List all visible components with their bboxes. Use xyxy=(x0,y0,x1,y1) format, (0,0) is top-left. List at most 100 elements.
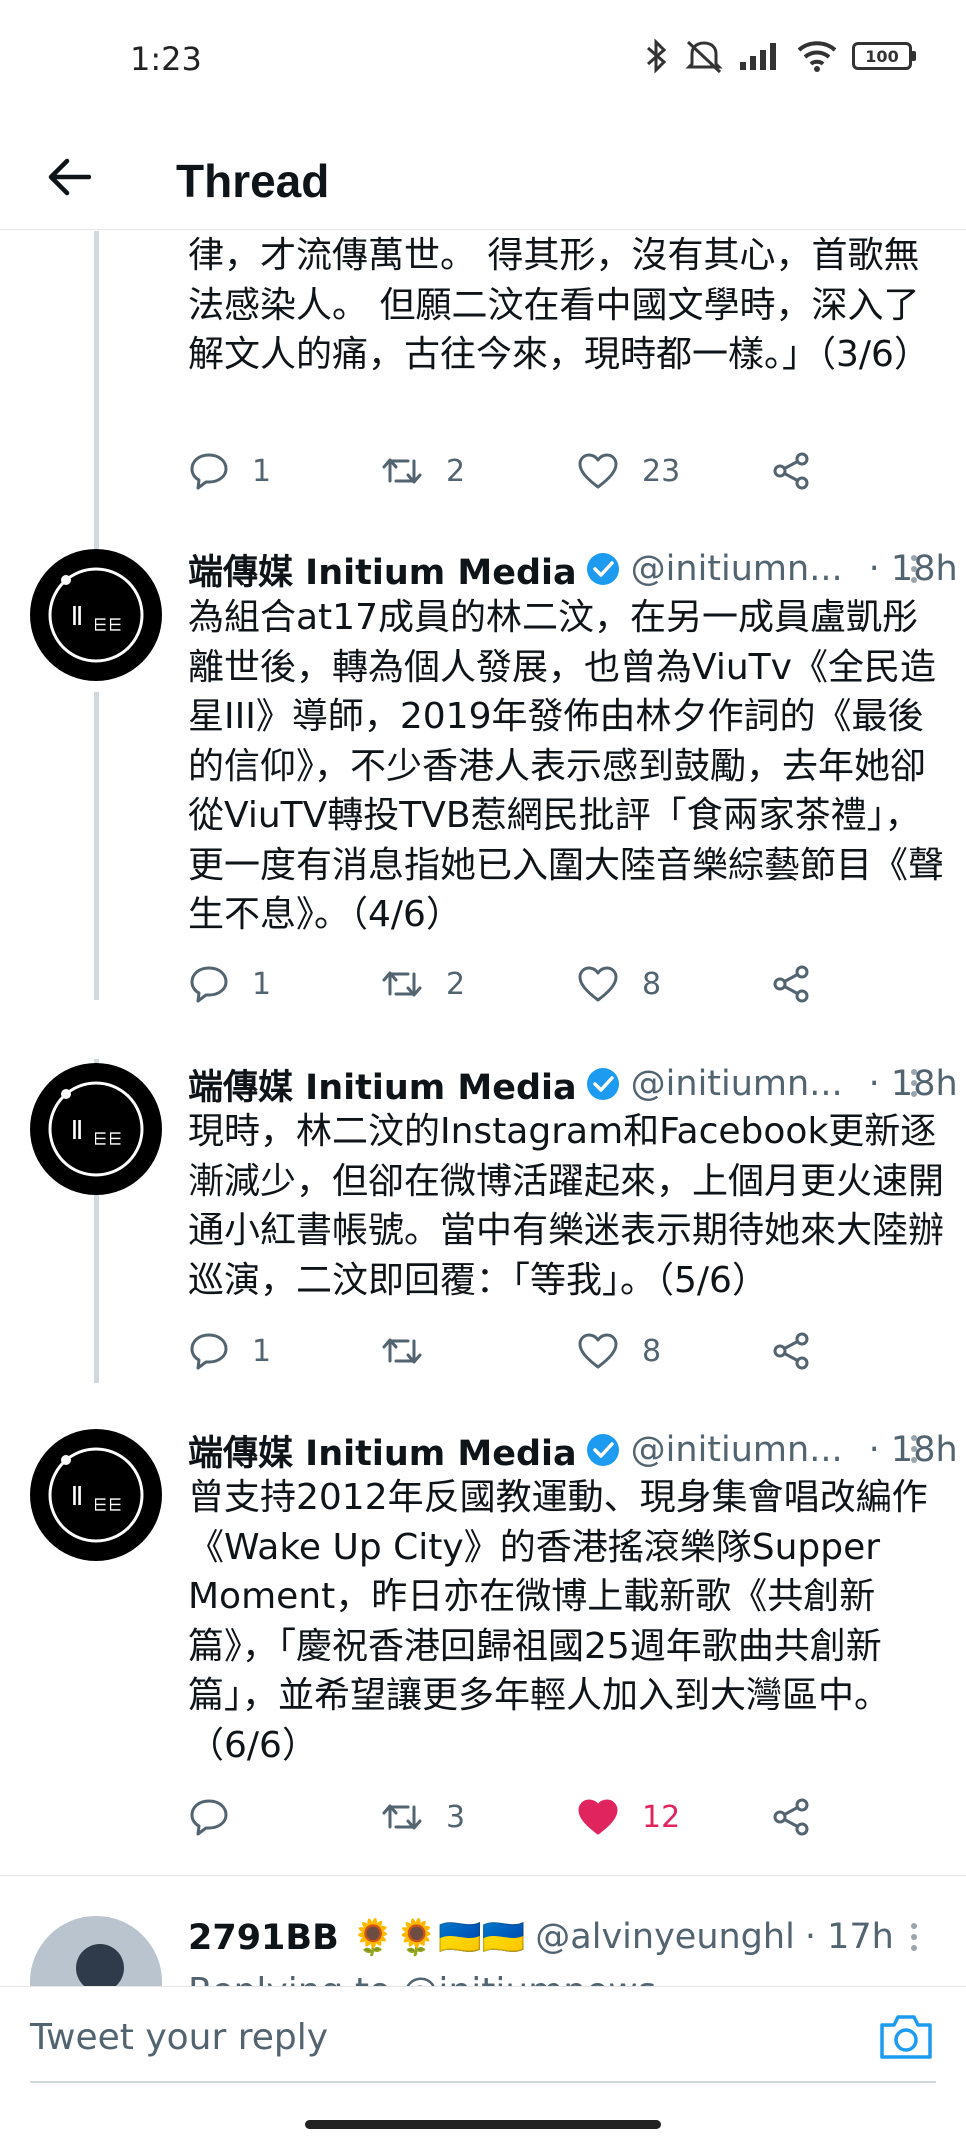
retweet-icon xyxy=(382,1804,422,1830)
mute-icon xyxy=(685,40,723,74)
thread-connector xyxy=(94,231,99,549)
tweet-header: 端傳媒 Initium Media @initiumn... · 18h xyxy=(188,544,958,594)
retweet-icon xyxy=(382,971,422,997)
like-button[interactable]: 8 xyxy=(576,1325,661,1377)
tweet-header: 端傳媒 Initium Media @initiumn... · 18h xyxy=(188,1425,958,1475)
initium-logo-icon: ⅡШШ xyxy=(48,567,144,663)
author-handle[interactable]: @initiumn... xyxy=(631,1430,851,1470)
reply-icon xyxy=(190,1799,228,1836)
share-button[interactable] xyxy=(770,958,812,1010)
more-options-button[interactable] xyxy=(904,1917,924,1957)
tweet-header: 2791BB 🌻🌻🇺🇦🇺🇦 @alvinyeunghl · 17h xyxy=(188,1912,894,1962)
verified-badge-icon xyxy=(585,1432,621,1468)
svg-text:Ш: Ш xyxy=(91,617,107,632)
author-name[interactable]: 端傳媒 Initium Media xyxy=(188,1425,577,1476)
like-count: 8 xyxy=(642,966,662,1002)
camera-button[interactable] xyxy=(876,2009,936,2065)
thread[interactable]: 律，才流傳萬世。 得其形，沒有其心，首歌無法感染人。 但願二汶在看中國文學時，深… xyxy=(0,231,966,1986)
reply-icon xyxy=(190,453,228,490)
like-button[interactable]: 23 xyxy=(576,445,680,497)
thread-connector xyxy=(94,692,99,1000)
arrow-left-icon xyxy=(48,158,91,196)
svg-text:Ⅱ: Ⅱ xyxy=(71,602,84,632)
like-count: 23 xyxy=(642,453,681,489)
status-bar: 1:23 100 xyxy=(0,0,966,120)
more-options-button[interactable] xyxy=(904,549,924,589)
camera-icon xyxy=(880,2015,932,2059)
author-name[interactable]: 2791BB 🌻🌻🇺🇦🇺🇦 xyxy=(188,1917,525,1958)
retweet-icon xyxy=(382,458,422,484)
author-handle[interactable]: @alvinyeunghl xyxy=(535,1917,795,1957)
more-options-button[interactable] xyxy=(904,1429,924,1469)
reply-count: 1 xyxy=(252,966,272,1002)
tweet-text: 現時，林二汶的Instagram和Facebook更新逐漸減少，但卻在微博活躍起… xyxy=(188,1111,945,1301)
tweet-time[interactable]: · 17h xyxy=(805,1917,894,1957)
app-header: Thread xyxy=(0,120,966,230)
reply-button[interactable]: 1 xyxy=(188,1325,271,1377)
heart-icon xyxy=(578,1333,618,1369)
tweet-text: 律，才流傳萬世。 得其形，沒有其心，首歌無法感染人。 但願二汶在看中國文學時，深… xyxy=(188,235,930,375)
tweet-actions: 1 2 23 xyxy=(188,445,828,497)
bluetooth-icon xyxy=(647,38,667,74)
retweet-button[interactable]: 2 xyxy=(380,445,465,497)
retweet-count: 2 xyxy=(446,966,466,1002)
retweet-button[interactable] xyxy=(380,1325,446,1377)
share-icon xyxy=(773,965,809,1003)
reply-underline xyxy=(30,2081,936,2083)
home-indicator[interactable] xyxy=(305,2120,661,2129)
retweet-count: 3 xyxy=(446,1799,466,1835)
share-button[interactable] xyxy=(770,1325,812,1377)
user-photo-icon xyxy=(30,1916,162,1986)
svg-text:Ш: Ш xyxy=(106,617,122,632)
svg-text:Ш: Ш xyxy=(106,1497,122,1512)
reply-bar: Tweet your reply xyxy=(0,1986,966,2091)
reply-count: 1 xyxy=(252,1333,272,1369)
status-icons: 100 xyxy=(644,38,916,74)
back-button[interactable] xyxy=(42,150,96,204)
heart-icon xyxy=(578,453,618,489)
avatar[interactable]: ⅡШШ xyxy=(30,1063,162,1195)
initium-logo-icon: ⅡШШ xyxy=(48,1081,144,1177)
author-name[interactable]: 端傳媒 Initium Media xyxy=(188,544,577,595)
tweet-text: 為組合at17成員的林二汶，在另一成員盧凱彤離世後，轉為個人發展，也曾為ViuT… xyxy=(188,597,945,935)
tweet-header: 端傳媒 Initium Media @initiumn... · 18h xyxy=(188,1059,958,1109)
battery-icon: 100 xyxy=(852,42,916,70)
share-button[interactable] xyxy=(770,1791,812,1843)
reply-input[interactable]: Tweet your reply xyxy=(30,2017,328,2058)
like-button[interactable]: 12 xyxy=(576,1791,680,1843)
retweet-count: 2 xyxy=(446,453,466,489)
verified-badge-icon xyxy=(585,551,621,587)
reply-icon xyxy=(190,966,228,1003)
initium-logo-icon: ⅡШШ xyxy=(48,1447,144,1543)
divider xyxy=(0,1875,966,1876)
retweet-button[interactable]: 3 xyxy=(380,1791,465,1843)
heart-icon xyxy=(578,966,618,1002)
reply-count: 1 xyxy=(252,453,272,489)
reply-button[interactable]: 1 xyxy=(188,445,271,497)
avatar[interactable] xyxy=(30,1916,162,1986)
avatar[interactable]: ⅡШШ xyxy=(30,549,162,681)
reply-button[interactable]: 1 xyxy=(188,958,271,1010)
author-name[interactable]: 端傳媒 Initium Media xyxy=(188,1059,577,1110)
battery-level: 100 xyxy=(852,42,912,70)
author-handle[interactable]: @initiumn... xyxy=(631,549,851,589)
replying-to: Replying to @initiumnews xyxy=(188,1967,948,1986)
retweet-icon xyxy=(382,1338,422,1364)
avatar[interactable]: ⅡШШ xyxy=(30,1429,162,1561)
heart-filled-icon xyxy=(578,1799,618,1835)
author-handle[interactable]: @initiumn... xyxy=(631,1064,851,1104)
reply-icon xyxy=(190,1333,228,1370)
svg-text:Ⅱ: Ⅱ xyxy=(71,1482,84,1512)
like-button[interactable]: 8 xyxy=(576,958,661,1010)
tweet-actions: 1 2 8 xyxy=(188,958,828,1010)
more-options-button[interactable] xyxy=(904,1063,924,1103)
reply-button[interactable] xyxy=(188,1791,252,1843)
status-time: 1:23 xyxy=(130,40,202,78)
share-button[interactable] xyxy=(770,445,812,497)
retweet-button[interactable]: 2 xyxy=(380,958,465,1010)
tweet-actions: 1 8 xyxy=(188,1325,828,1377)
tweet-text: 曾支持2012年反國教運動、現身集會唱改編作《Wake Up City》的香港搖… xyxy=(188,1477,928,1766)
signal-icon xyxy=(740,43,776,70)
like-count: 8 xyxy=(642,1333,662,1369)
share-icon xyxy=(773,1332,809,1370)
